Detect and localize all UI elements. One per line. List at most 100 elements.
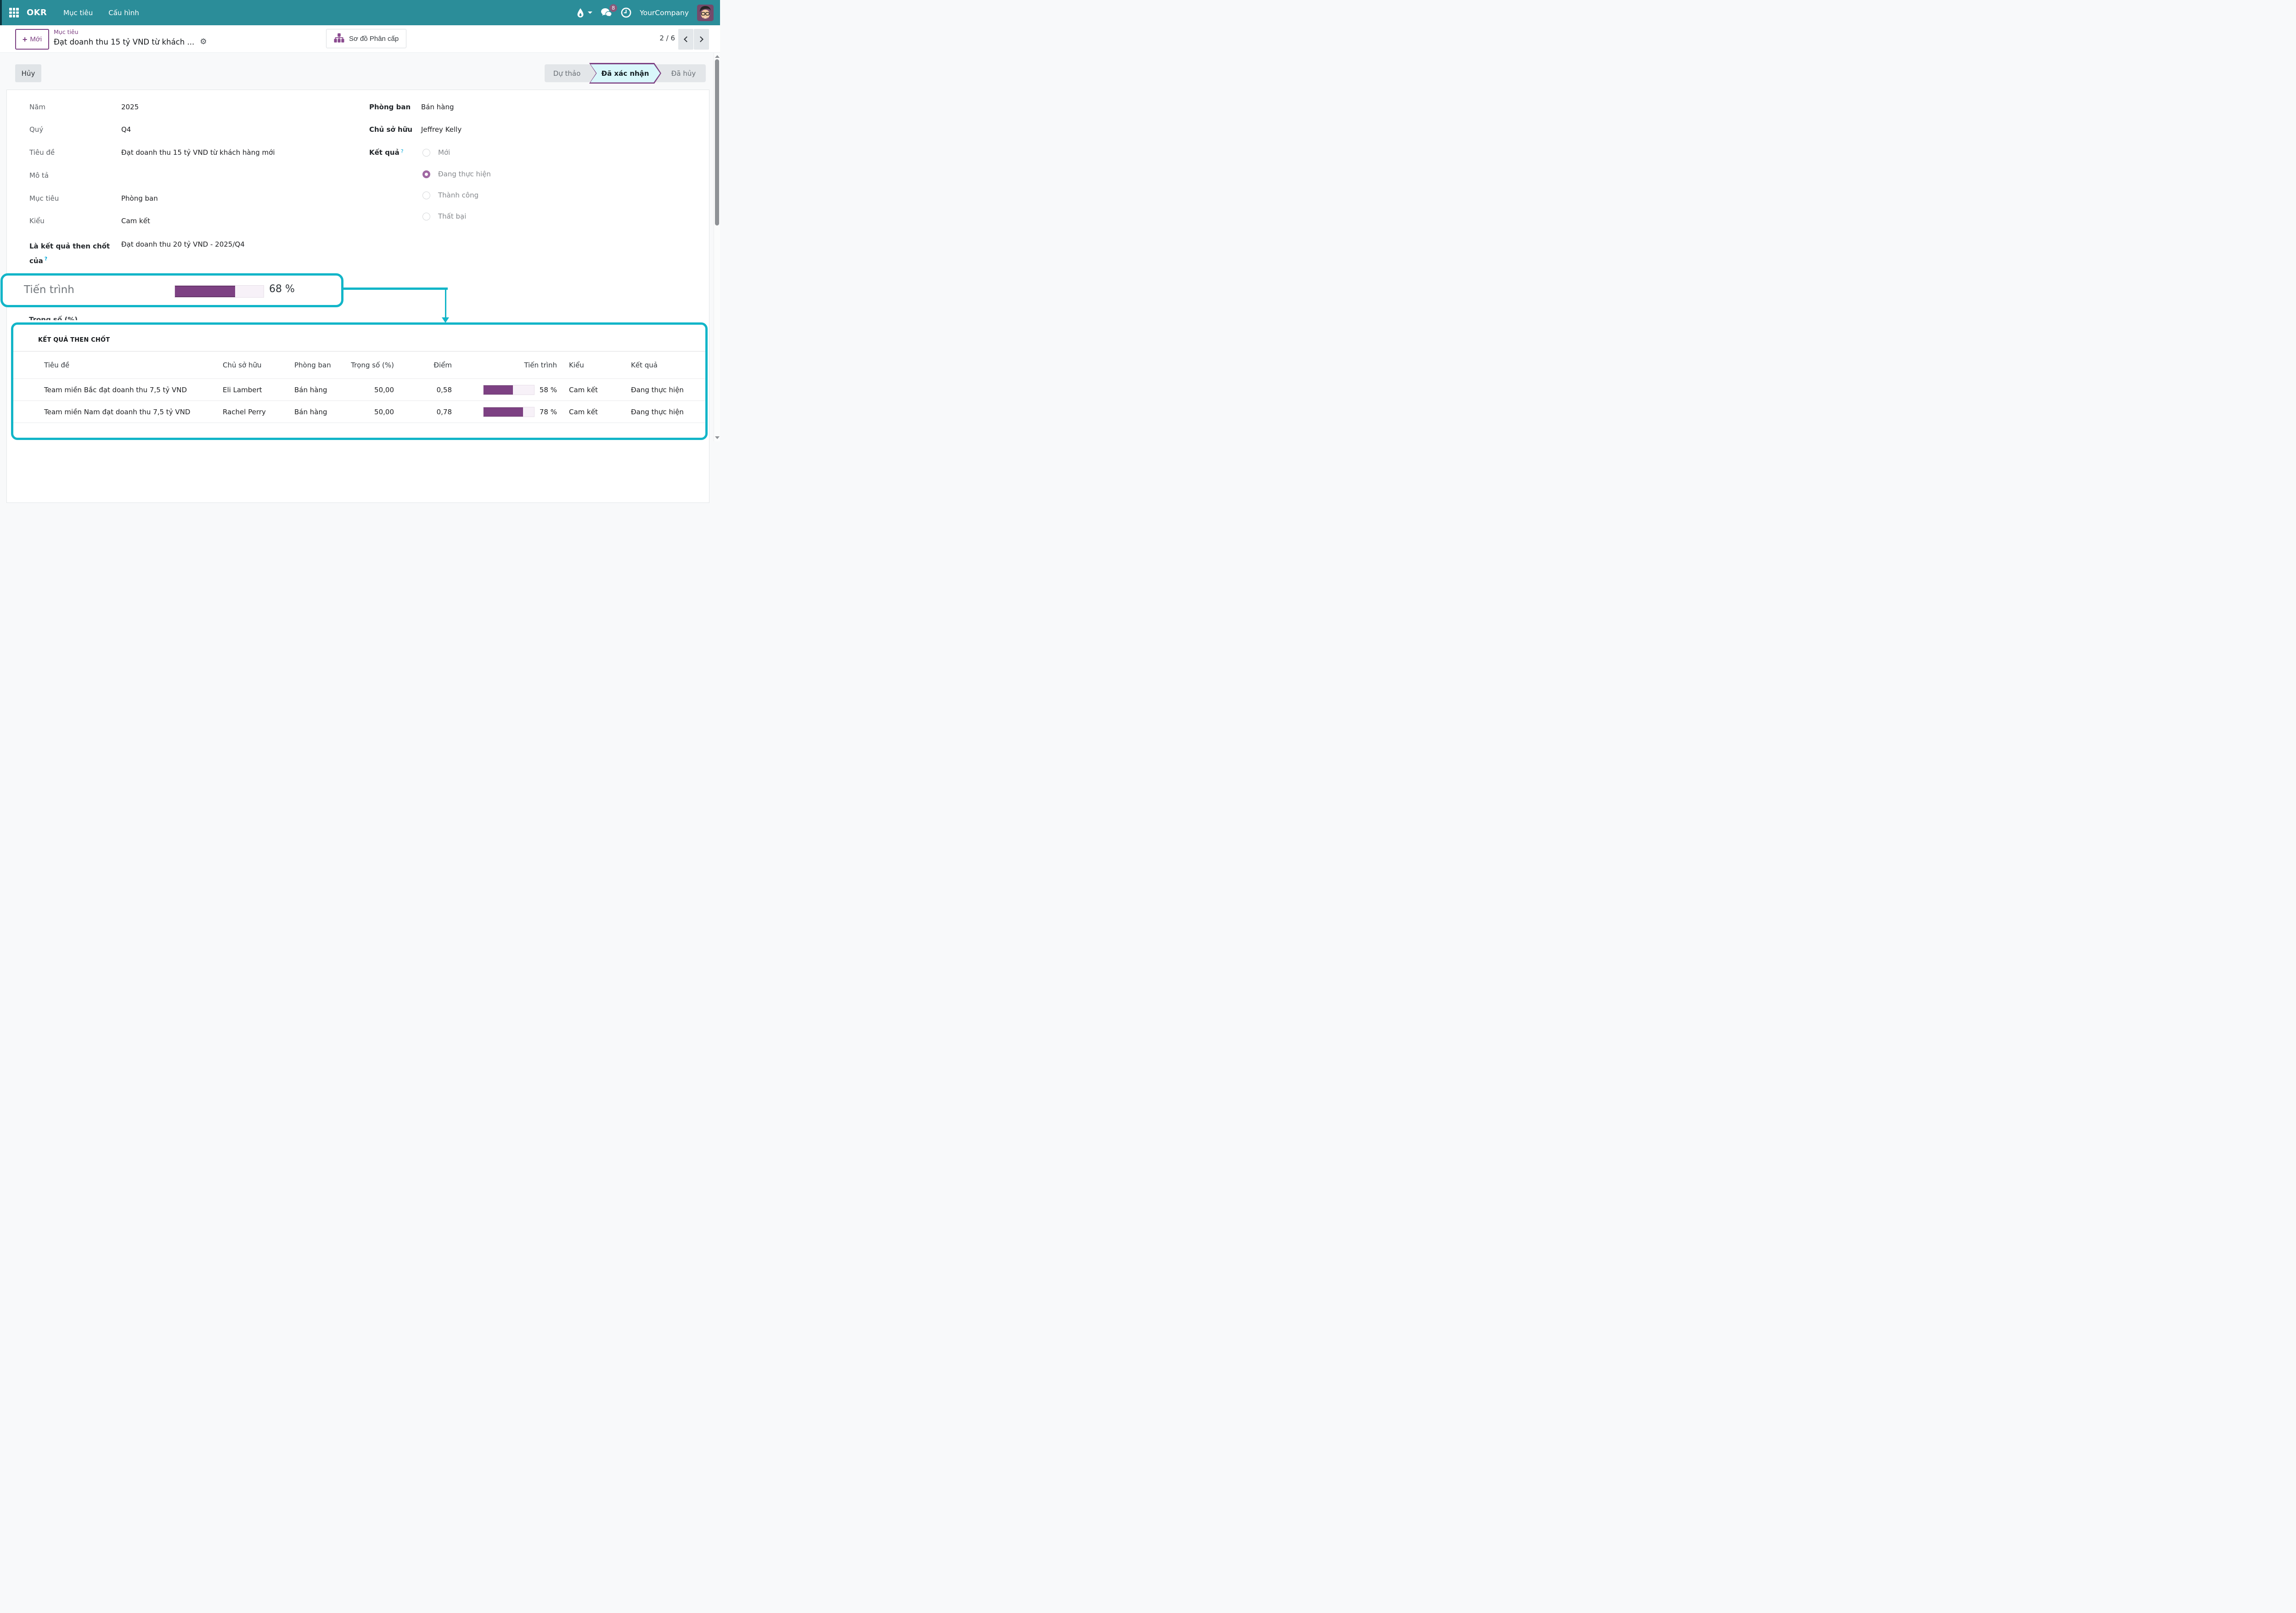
radio-that-bai[interactable]: Thất bại [422, 212, 466, 220]
field-muc-tieu-value[interactable]: Phòng ban [121, 194, 158, 203]
messages-icon[interactable]: 8 [601, 7, 613, 18]
pager-next-button[interactable] [694, 29, 709, 50]
col-tien-trinh[interactable]: Tiến trình [452, 361, 557, 369]
field-phong-ban-value[interactable]: Bán hàng [421, 103, 454, 111]
progress-bar-fill [484, 407, 523, 417]
kr-weight: 50,00 [349, 386, 394, 394]
apps-menu-icon[interactable] [9, 8, 19, 17]
menu-muc-tieu[interactable]: Mục tiêu [63, 9, 93, 17]
field-kieu: Kiểu Cam kết [29, 217, 150, 225]
kr-result: Đang thực hiện [619, 408, 694, 416]
scrollbar-thumb[interactable] [715, 59, 719, 226]
kr-department: Bán hàng [294, 408, 349, 416]
kr-owner: Eli Lambert [223, 386, 294, 394]
help-icon[interactable]: ? [401, 148, 404, 157]
scroll-down-icon[interactable] [715, 436, 720, 439]
control-panel: + Mới Mục tiêu Đạt doanh thu 15 tỷ VND t… [0, 25, 720, 53]
activities-clock-icon[interactable] [621, 7, 631, 18]
plus-icon: + [23, 35, 28, 44]
field-tieu-de-value[interactable]: Đạt doanh thu 15 tỷ VND từ khách hàng mớ… [121, 148, 275, 157]
field-chu-so-huu-value[interactable]: Jeffrey Kelly [421, 125, 461, 134]
messages-count-badge: 8 [609, 4, 617, 12]
kr-title: Team miền Bắc đạt doanh thu 7,5 tỷ VND [44, 386, 223, 394]
kr-type: Cam kết [557, 386, 619, 394]
progress-bar [483, 385, 535, 395]
field-quy: Quý Q4 [29, 125, 131, 134]
field-la-ket-qua-value[interactable]: Đạt doanh thu 20 tỷ VND - 2025/Q4 [121, 240, 245, 267]
hierarchy-button[interactable]: Sơ đồ Phân cấp [326, 29, 406, 48]
statusbar: Dự thảo Đã xác nhận Đã hủy [545, 64, 706, 82]
pager-value: 2 / 6 [659, 34, 675, 42]
theme-drop-icon[interactable] [577, 8, 584, 18]
chevron-left-icon [684, 36, 690, 42]
hidden-field-label: Trọng số (%) [29, 316, 130, 320]
gear-icon[interactable]: ⚙ [200, 37, 207, 46]
col-phong-ban[interactable]: Phòng ban [294, 361, 349, 369]
kr-result: Đang thực hiện [619, 386, 694, 394]
kr-score: 0,58 [394, 386, 452, 394]
progress-bar-fill [175, 286, 235, 297]
key-results-highlight-box: KẾT QUẢ THEN CHỐT Tiêu đề Chủ sở hữu Phò… [11, 322, 708, 440]
sitemap-icon [334, 33, 344, 45]
field-la-ket-qua-then-chot: Là kết quả then chốt của? Đạt doanh thu … [29, 240, 245, 267]
progress-percent: 68 % [269, 283, 295, 295]
col-chu-so-huu[interactable]: Chủ sở hữu [223, 361, 294, 369]
state-du-thao[interactable]: Dự thảo [545, 64, 589, 82]
callout-connector-horizontal [343, 288, 448, 290]
top-navbar: OKR Mục tiêu Cấu hình 8 YourCompany [0, 0, 720, 25]
field-ket-qua-label: Kết quả ? [369, 148, 404, 157]
radio-circle[interactable] [422, 213, 430, 220]
radio-circle[interactable] [422, 170, 430, 178]
field-quy-value[interactable]: Q4 [121, 125, 131, 134]
radio-circle[interactable] [422, 149, 430, 157]
field-nam-value[interactable]: 2025 [121, 103, 139, 111]
key-results-tab[interactable]: KẾT QUẢ THEN CHỐT [38, 337, 110, 344]
table-row[interactable]: Team miền Bắc đạt doanh thu 7,5 tỷ VND E… [13, 379, 705, 401]
progress-highlight-box: Tiến trình 68 % [0, 273, 343, 307]
field-chu-so-huu: Chủ sở hữu Jeffrey Kelly [369, 125, 461, 134]
navbar-edge-strip [0, 0, 2, 25]
radio-moi[interactable]: Mới [422, 148, 450, 157]
field-kieu-value[interactable]: Cam kết [121, 217, 150, 225]
app-brand[interactable]: OKR [27, 8, 47, 17]
chevron-right-icon [698, 36, 703, 42]
col-kieu[interactable]: Kiểu [557, 361, 619, 369]
cancel-button[interactable]: Hủy [15, 64, 41, 82]
radio-dang-thuc-hien[interactable]: Đang thực hiện [422, 170, 491, 178]
vertical-scrollbar[interactable] [714, 53, 720, 441]
progress-bar [483, 407, 535, 417]
col-tieu-de[interactable]: Tiêu đề [44, 361, 223, 369]
table-row[interactable]: Team miền Nam đạt doanh thu 7,5 tỷ VND R… [13, 401, 705, 423]
pager-previous-button[interactable] [678, 29, 693, 50]
breadcrumb[interactable]: Mục tiêu [54, 28, 79, 35]
field-tieu-de: Tiêu đề Đạt doanh thu 15 tỷ VND từ khách… [29, 148, 275, 157]
table-header-row: Tiêu đề Chủ sở hữu Phòng ban Trọng số (%… [13, 352, 705, 379]
company-name[interactable]: YourCompany [640, 9, 689, 17]
kr-progress: 58 % [452, 385, 557, 395]
progress-percent: 58 % [540, 386, 557, 394]
user-avatar[interactable] [697, 5, 714, 21]
radio-circle[interactable] [422, 192, 430, 199]
progress-label: Tiến trình [24, 284, 74, 296]
radio-thanh-cong[interactable]: Thành công [422, 191, 478, 199]
kr-score: 0,78 [394, 408, 452, 416]
field-muc-tieu: Mục tiêu Phòng ban [29, 194, 158, 203]
kr-progress: 78 % [452, 407, 557, 417]
top-menu: Mục tiêu Cấu hình [63, 9, 139, 17]
col-diem[interactable]: Điểm [394, 361, 452, 369]
chevron-down-icon[interactable] [588, 11, 592, 14]
menu-cau-hinh[interactable]: Cấu hình [108, 9, 139, 17]
progress-percent: 78 % [540, 408, 557, 416]
kr-title: Team miền Nam đạt doanh thu 7,5 tỷ VND [44, 408, 223, 416]
field-phong-ban: Phòng ban Bán hàng [369, 103, 454, 111]
col-trong-so[interactable]: Trọng số (%) [349, 361, 394, 369]
systray: 8 YourCompany [577, 5, 714, 21]
state-da-huy[interactable]: Đã hủy [661, 64, 706, 82]
field-mo-ta: Mô tả [29, 171, 121, 180]
new-record-button[interactable]: + Mới [15, 29, 49, 50]
col-ket-qua[interactable]: Kết quả [619, 361, 694, 369]
state-da-xac-nhan[interactable]: Đã xác nhận [589, 63, 661, 84]
field-nam: Năm 2025 [29, 103, 139, 111]
help-icon[interactable]: ? [45, 256, 47, 262]
scroll-up-icon[interactable] [715, 55, 720, 58]
